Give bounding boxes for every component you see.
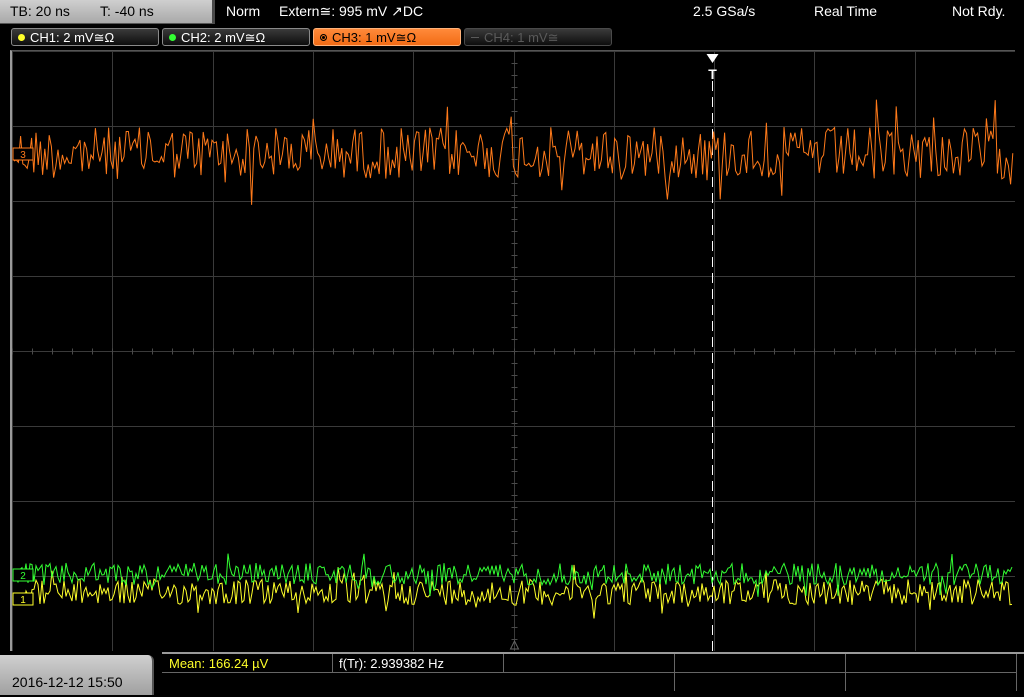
- ch3-label: CH3: 1 mV≅Ω: [332, 30, 417, 45]
- measurement-cell-6[interactable]: [504, 673, 675, 691]
- acquisition-status-label: Not Rdy.: [952, 3, 1006, 19]
- measurement-cell-3[interactable]: [504, 654, 675, 673]
- ch1-tab[interactable]: CH1: 2 mV≅Ω: [11, 28, 159, 46]
- sample-rate-label: 2.5 GSa/s: [693, 3, 756, 19]
- acquisition-mode-label[interactable]: Real Time: [814, 3, 877, 19]
- measurement-cell-5[interactable]: [846, 654, 1017, 673]
- ch3-ground-marker[interactable]: 3: [12, 147, 34, 161]
- ch1-color-dot: [18, 34, 25, 42]
- measurement-cell-4[interactable]: [675, 654, 846, 673]
- ch2-marker-label: 2: [20, 571, 26, 582]
- ch3-color-dot: [320, 34, 327, 42]
- ch2-color-dot: [169, 34, 176, 42]
- measurement-cell-8[interactable]: [846, 673, 1017, 691]
- status-bar: TB: 20 ns T: -40 ns Norm Extern≅: 995 mV…: [0, 0, 1024, 24]
- timebase-box[interactable]: TB: 20 ns T: -40 ns: [0, 0, 215, 24]
- ch4-tab[interactable]: CH4: 1 mV≅: [464, 28, 612, 46]
- ch1-ground-marker[interactable]: 1: [12, 592, 34, 606]
- ch4-label: CH4: 1 mV≅: [484, 30, 559, 45]
- ch2-waveform: [13, 553, 1013, 597]
- trigger-source-label[interactable]: Extern≅: 995 mV ↗DC: [279, 3, 423, 20]
- mean-measurement: Mean: 166.24 µV: [169, 656, 269, 671]
- trigger-label: T: [708, 66, 717, 82]
- measurement-panel[interactable]: Mean: 166.24 µV f(Tr): 2.939382 Hz: [162, 652, 1024, 697]
- ch1-marker-label: 1: [20, 595, 26, 606]
- waveform-canvas: T 3 2 1: [12, 51, 1015, 651]
- trigger-time-label: T: -40 ns: [100, 3, 154, 19]
- trigger-mode-label[interactable]: Norm: [226, 3, 260, 19]
- ch4-color-dot: [471, 36, 479, 39]
- ch1-label: CH1: 2 mV≅Ω: [30, 30, 115, 45]
- datetime-box: 2016-12-12 15:50: [0, 655, 154, 695]
- frequency-measurement: f(Tr): 2.939382 Hz: [339, 656, 445, 671]
- ch3-waveform: [13, 99, 1014, 205]
- timebase-label: TB: 20 ns: [10, 3, 70, 19]
- graticule: [12, 51, 1015, 651]
- ch2-ground-marker[interactable]: 2: [12, 568, 34, 582]
- measurement-cell-7[interactable]: [675, 673, 846, 691]
- waveform-display[interactable]: T 3 2 1: [10, 50, 1015, 651]
- ch3-marker-label: 3: [20, 150, 26, 161]
- ch2-tab[interactable]: CH2: 2 mV≅Ω: [162, 28, 310, 46]
- datetime-label: 2016-12-12 15:50: [12, 674, 123, 690]
- ch2-label: CH2: 2 mV≅Ω: [181, 30, 266, 45]
- ch3-tab[interactable]: CH3: 1 mV≅Ω: [313, 28, 461, 46]
- trigger-arrow-icon: [706, 54, 719, 63]
